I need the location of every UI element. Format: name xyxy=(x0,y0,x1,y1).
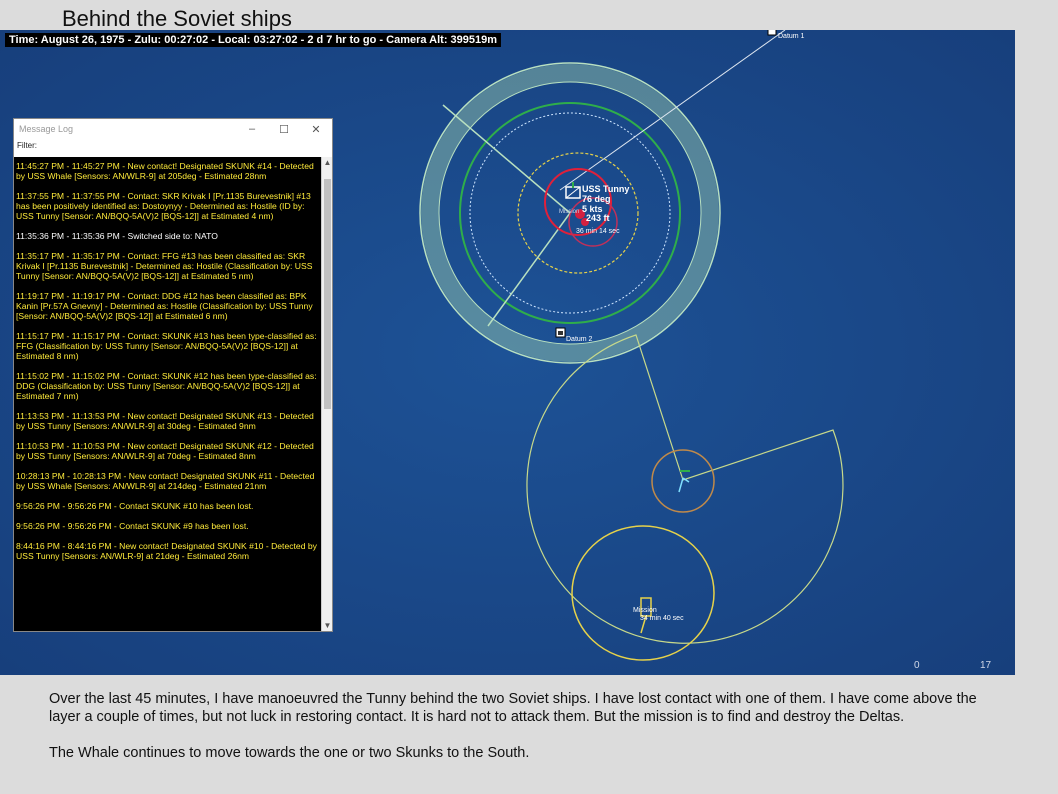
log-entry: 10:28:13 PM - 10:28:13 PM - New contact!… xyxy=(16,471,315,491)
datum-1-label: Datum 1 xyxy=(778,33,805,40)
map-corner-left-value: 0 xyxy=(914,660,920,671)
datum-1-marker[interactable] xyxy=(767,30,777,36)
scroll-up-icon[interactable]: ▲ xyxy=(322,158,333,167)
log-entry: 9:56:26 PM - 9:56:26 PM - Contact SKUNK … xyxy=(16,521,249,531)
minimize-icon[interactable]: – xyxy=(236,123,268,135)
message-log-list[interactable]: 11:45:27 PM - 11:45:27 PM - New contact!… xyxy=(14,157,321,631)
unit-eta-label: 36 min 14 sec xyxy=(576,228,620,235)
message-log-window[interactable]: Message Log – ☐ ✕ Filter: 11:45:27 PM - … xyxy=(13,118,333,632)
unit-name-label: USS Tunny xyxy=(582,184,629,194)
message-log-title: Message Log xyxy=(19,124,74,134)
caption: Over the last 45 minutes, I have manoeuv… xyxy=(49,690,989,780)
log-entry: 11:10:53 PM - 11:10:53 PM - New contact!… xyxy=(16,441,314,461)
log-entry: 11:45:27 PM - 11:45:27 PM - New contact!… xyxy=(16,161,314,181)
message-log-scrollbar[interactable]: ▲ ▼ xyxy=(321,157,332,631)
datum-2-label: Datum 2 xyxy=(566,336,593,343)
other-eta-label: 34 min 40 sec xyxy=(640,615,684,622)
page: Behind the Soviet ships Datum 1 Datum 2 … xyxy=(0,0,1058,794)
other-mission-label: Mission xyxy=(633,607,657,614)
page-title: Behind the Soviet ships xyxy=(62,6,292,31)
filter-label: Filter: xyxy=(17,141,37,150)
unit-mission-label: Mission xyxy=(559,209,579,215)
log-entry: 11:37:55 PM - 11:37:55 PM - Contact: SKR… xyxy=(16,191,311,221)
caption-paragraph-2: The Whale continues to move towards the … xyxy=(49,745,530,761)
close-icon[interactable]: ✕ xyxy=(300,123,332,136)
message-log-filter[interactable]: Filter: xyxy=(14,139,332,153)
log-entry: 11:15:02 PM - 11:15:02 PM - Contact: SKU… xyxy=(16,371,317,401)
log-entry: 11:19:17 PM - 11:19:17 PM - Contact: DDG… xyxy=(16,291,313,321)
log-entry: 9:56:26 PM - 9:56:26 PM - Contact SKUNK … xyxy=(16,501,254,511)
maximize-icon[interactable]: ☐ xyxy=(268,123,300,136)
log-entry: 8:44:16 PM - 8:44:16 PM - New contact! D… xyxy=(16,541,317,561)
status-bar: Time: August 26, 1975 - Zulu: 00:27:02 -… xyxy=(5,33,502,47)
unit-heading-label: 76 deg xyxy=(582,194,611,204)
log-entry: 11:35:36 PM - 11:35:36 PM - Switched sid… xyxy=(16,231,218,241)
log-entry: 11:13:53 PM - 11:13:53 PM - New contact!… xyxy=(16,411,314,431)
datum-2-marker[interactable] xyxy=(555,327,566,338)
caption-paragraph-1: Over the last 45 minutes, I have manoeuv… xyxy=(49,691,977,725)
unit-depth-label: 243 ft xyxy=(586,213,610,223)
log-entry: 11:35:17 PM - 11:35:17 PM - Contact: FFG… xyxy=(16,251,313,281)
scroll-down-icon[interactable]: ▼ xyxy=(322,621,333,630)
message-log-titlebar[interactable]: Message Log – ☐ ✕ xyxy=(14,119,332,139)
log-entry: 11:15:17 PM - 11:15:17 PM - Contact: SKU… xyxy=(16,331,317,361)
map-corner-right-value: 17 xyxy=(980,660,992,671)
scroll-thumb[interactable] xyxy=(324,179,331,409)
